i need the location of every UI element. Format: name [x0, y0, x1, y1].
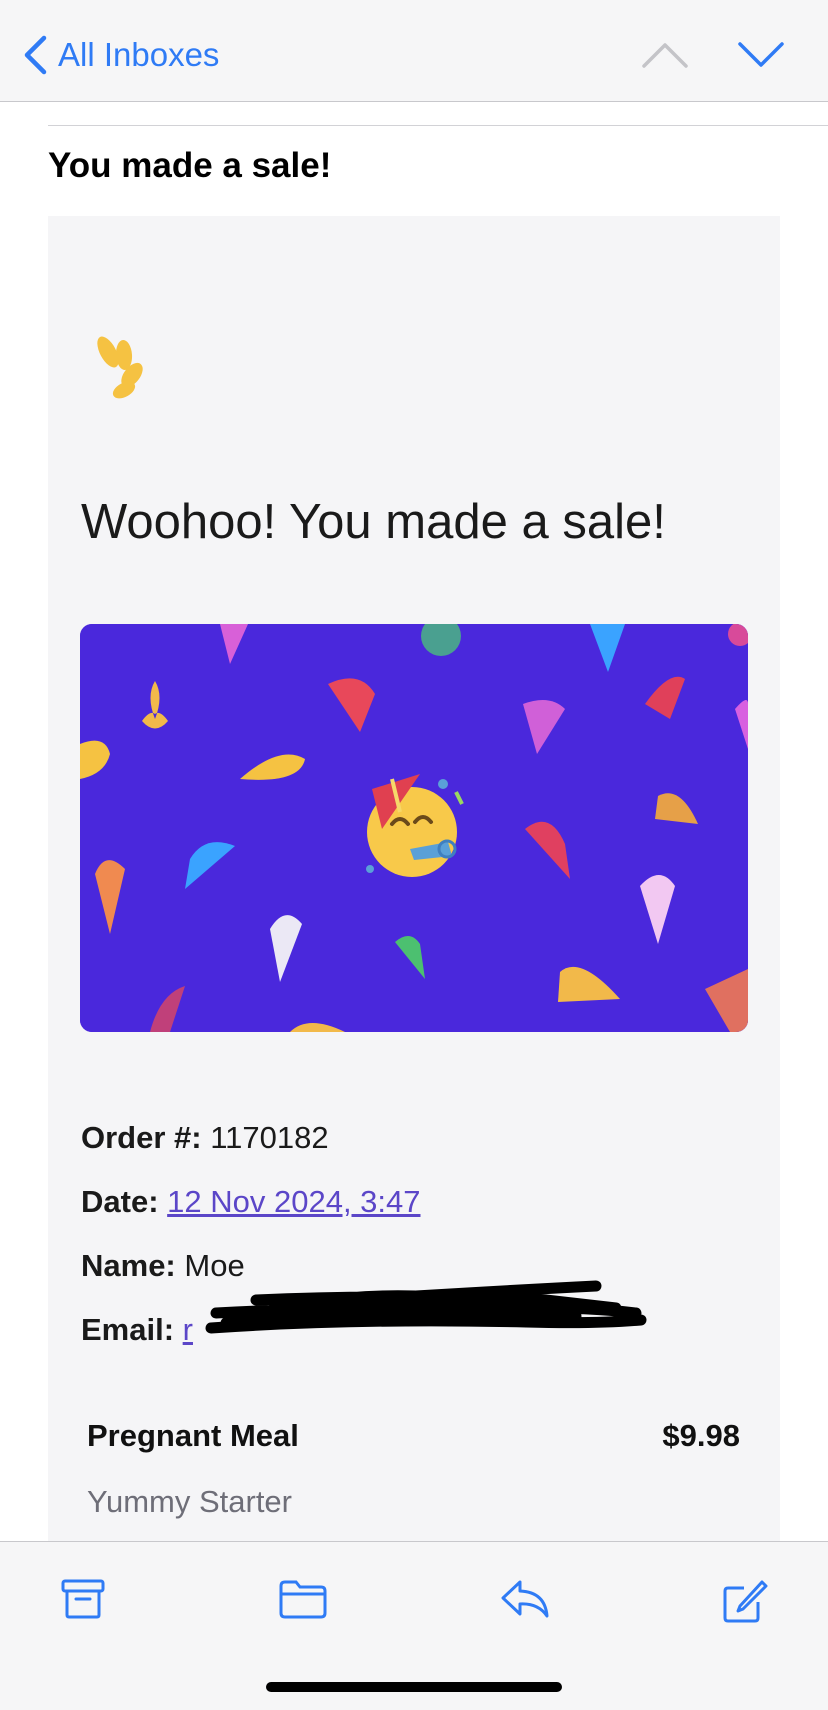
next-message-button[interactable]: [736, 40, 786, 75]
brand-logo: [94, 332, 150, 409]
archive-icon: [61, 1579, 105, 1619]
chevron-left-icon: [24, 35, 47, 75]
order-date-row: Date: 12 Nov 2024, 3:47: [81, 1170, 421, 1234]
celebration-banner: [80, 624, 748, 1032]
archive-button[interactable]: [60, 1578, 106, 1625]
email-subject: You made a sale!: [48, 146, 332, 185]
product-price: $9.98: [662, 1418, 740, 1453]
customer-email-label: Email:: [81, 1312, 175, 1347]
reply-button[interactable]: [500, 1578, 550, 1625]
chevron-down-icon: [738, 42, 784, 67]
home-indicator: [266, 1682, 562, 1692]
product-variant: Yummy Starter: [87, 1484, 292, 1519]
order-number-row: Order #: 1170182: [81, 1106, 421, 1170]
order-date-link[interactable]: 12 Nov 2024, 3:47: [167, 1184, 420, 1219]
email-headline: Woohoo! You made a sale!: [81, 495, 666, 549]
chevron-up-icon: [642, 43, 688, 68]
redaction-scribble: [205, 1280, 647, 1334]
order-date-label: Date:: [81, 1184, 159, 1219]
product-name: Pregnant Meal: [87, 1418, 299, 1453]
order-number-label: Order #:: [81, 1120, 202, 1155]
customer-name-label: Name:: [81, 1248, 176, 1283]
compose-icon: [723, 1580, 768, 1623]
reply-icon: [501, 1580, 549, 1618]
compose-button[interactable]: [722, 1578, 768, 1629]
move-to-folder-button[interactable]: [278, 1578, 328, 1625]
folder-icon: [279, 1580, 327, 1619]
email-body: Woohoo! You made a sale! Order #: 117018…: [48, 216, 780, 1546]
top-navigation-bar: All Inboxes: [0, 0, 828, 102]
customer-email-link[interactable]: r: [183, 1312, 193, 1347]
header-divider: [48, 125, 828, 126]
back-button-label: All Inboxes: [58, 36, 220, 73]
order-number-value: 1170182: [210, 1120, 329, 1155]
previous-message-button[interactable]: [640, 40, 690, 75]
back-to-all-inboxes-button[interactable]: All Inboxes: [22, 33, 219, 77]
